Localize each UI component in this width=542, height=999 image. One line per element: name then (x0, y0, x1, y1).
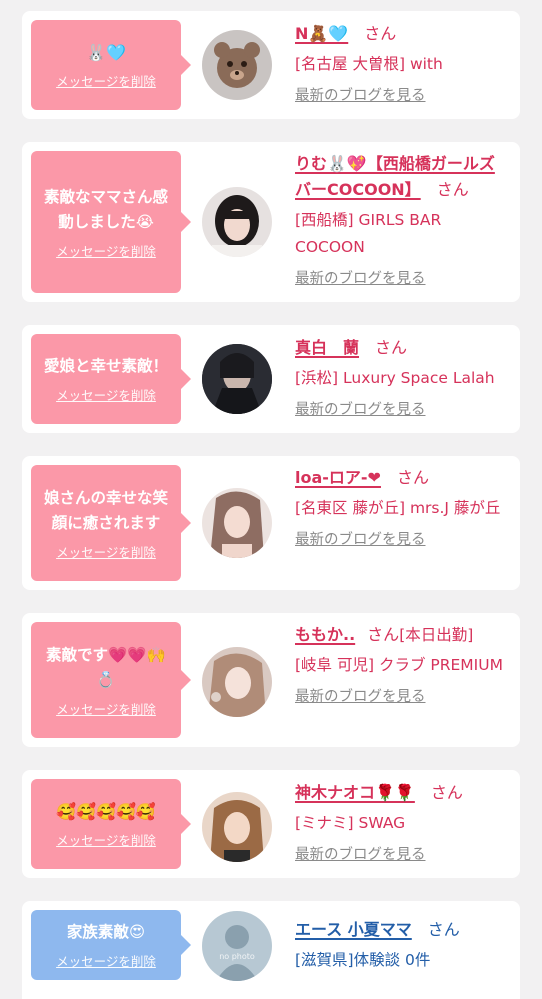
avatar[interactable] (202, 30, 272, 100)
message-card: 家族素敵😍 メッセージを削除 no photo エース 小夏ママ さん [滋賀県]… (22, 901, 520, 999)
shop-info: [岐阜 可児] クラブ PREMIUM (295, 656, 503, 674)
message-card: 素敵なママさん感動しました😭 メッセージを削除 りむ🐰💖【西船橋ガールズバーCO… (22, 142, 520, 302)
cast-name-link[interactable]: loa-ロア-❤ (295, 468, 381, 487)
message-bubble: 娘さんの幸せな笑顔に癒されます メッセージを削除 (31, 465, 191, 581)
shop-info: [名東区 藤が丘] mrs.J 藤が丘 (295, 499, 501, 517)
honorific: さん (364, 24, 397, 43)
shop-info: [滋賀県]体験談 0件 (295, 951, 431, 969)
message-bubble: 家族素敵😍 メッセージを削除 (31, 910, 191, 980)
message-card: 🐰🩵 メッセージを削除 N🧸🩵 さん [名古屋 大曽根] with 最新のブログを… (22, 11, 520, 119)
message-bubble: 愛娘と幸せ素敵！ メッセージを削除 (31, 334, 191, 424)
message-text: 家族素敵😍 (66, 923, 146, 941)
cast-name-link[interactable]: 神木ナオコ🌹🌹 (295, 783, 415, 802)
attendance-badge: [本日出勤] (399, 626, 474, 644)
latest-blog-link[interactable]: 最新のブログを見る (295, 530, 426, 550)
delete-message-link[interactable]: メッセージを削除 (56, 699, 156, 718)
latest-blog-link[interactable]: 最新のブログを見る (295, 687, 426, 707)
delete-message-link[interactable]: メッセージを削除 (56, 830, 156, 849)
latest-blog-link[interactable]: 最新のブログを見る (295, 845, 426, 865)
message-text: 素敵です💗💗🙌💍 (46, 645, 166, 689)
avatar[interactable]: no photo (202, 911, 272, 981)
latest-blog-link[interactable]: 最新のブログを見る (295, 86, 426, 106)
delete-message-link[interactable]: メッセージを削除 (56, 385, 156, 404)
latest-blog-link[interactable]: 最新のブログを見る (295, 400, 426, 420)
message-bubble: 🐰🩵 メッセージを削除 (31, 20, 191, 110)
avatar[interactable] (202, 344, 272, 414)
honorific: さん (436, 180, 469, 199)
avatar[interactable] (202, 792, 272, 862)
message-text: 娘さんの幸せな笑顔に癒されます (43, 488, 168, 532)
cast-name-link[interactable]: エース 小夏ママ (295, 920, 412, 939)
shop-info: [浜松] Luxury Space Lalah (295, 369, 495, 387)
cast-name-link[interactable]: 真白 蘭 (295, 338, 359, 357)
delete-message-link[interactable]: メッセージを削除 (56, 71, 156, 90)
message-card: 素敵です💗💗🙌💍 メッセージを削除 ももか.. さん[本日出勤] [岐阜 可児] … (22, 613, 520, 747)
avatar[interactable] (202, 647, 272, 717)
honorific: さん (367, 625, 400, 644)
avatar[interactable] (202, 187, 272, 257)
shop-info: [ミナミ] SWAG (295, 814, 406, 832)
honorific: さん (396, 468, 429, 487)
message-bubble: 🥰🥰🥰🥰🥰 メッセージを削除 (31, 779, 191, 869)
delete-message-link[interactable]: メッセージを削除 (56, 542, 156, 561)
message-text: 🥰🥰🥰🥰🥰 (56, 802, 156, 821)
message-bubble: 素敵です💗💗🙌💍 メッセージを削除 (31, 622, 191, 738)
cast-name-link[interactable]: N🧸🩵 (295, 24, 348, 43)
message-card: 🥰🥰🥰🥰🥰 メッセージを削除 神木ナオコ🌹🌹 さん [ミナミ] SWAG 最新のブ… (22, 770, 520, 878)
shop-info: [西船橋] GIRLS BAR COCOON (295, 211, 442, 256)
delete-message-link[interactable]: メッセージを削除 (56, 951, 156, 970)
message-bubble: 素敵なママさん感動しました😭 メッセージを削除 (31, 151, 191, 293)
shop-info: [名古屋 大曽根] with (295, 55, 443, 73)
honorific: さん (375, 338, 408, 357)
message-text: 素敵なママさん感動しました😭 (43, 187, 168, 231)
message-card: 愛娘と幸せ素敵！ メッセージを削除 真白 蘭さん [浜松] Luxury Spa… (22, 325, 520, 433)
message-text: 🐰🩵 (86, 43, 126, 62)
message-text: 愛娘と幸せ素敵！ (43, 357, 168, 375)
avatar[interactable] (202, 488, 272, 558)
no-photo-label: no photo (219, 952, 255, 961)
message-list: 🐰🩵 メッセージを削除 N🧸🩵 さん [名古屋 大曽根] with 最新のブログを… (0, 0, 542, 999)
honorific: さん (427, 920, 460, 939)
honorific: さん (430, 783, 463, 802)
cast-name-link[interactable]: ももか.. (295, 625, 355, 644)
delete-message-link[interactable]: メッセージを削除 (56, 241, 156, 260)
message-card: 娘さんの幸せな笑顔に癒されます メッセージを削除 loa-ロア-❤ さん [名東区… (22, 456, 520, 590)
latest-blog-link[interactable]: 最新のブログを見る (295, 269, 426, 289)
